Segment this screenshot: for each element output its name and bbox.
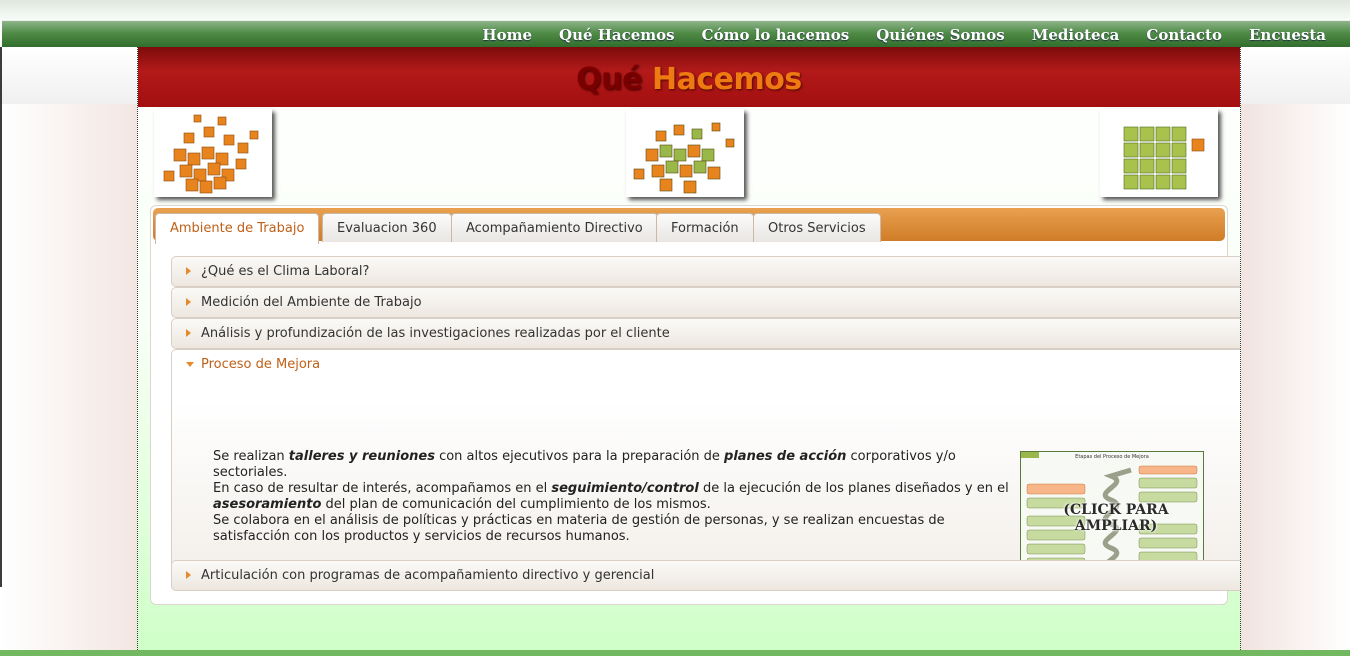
page-title-word-2: Hacemos: [651, 62, 802, 97]
nav-como-lo-hacemos[interactable]: Cómo lo hacemos: [702, 26, 850, 44]
tabs-container: Ambiente de Trabajo Evaluacion 360 Acomp…: [150, 205, 1240, 605]
emphasis: seguimiento/control: [551, 481, 699, 496]
nav-encuesta[interactable]: Encuesta: [1249, 26, 1326, 44]
tab-bar: Ambiente de Trabajo Evaluacion 360 Acomp…: [153, 208, 1225, 244]
paragraph-1: Se realizan talleres y reuniones con alt…: [213, 449, 1013, 481]
nav-medioteca[interactable]: Medioteca: [1032, 26, 1120, 44]
paragraph-3: Se colabora en el análisis de políticas …: [213, 513, 945, 544]
footer-bar: [0, 650, 1350, 656]
tab-acompanamiento-directivo[interactable]: Acompañamiento Directivo: [451, 213, 658, 242]
accordion-proceso-de-mejora[interactable]: Proceso de Mejora: [171, 349, 1240, 402]
nav-home[interactable]: Home: [482, 26, 532, 44]
tab-formacion[interactable]: Formación: [656, 213, 754, 242]
accordion-label: Articulación con programas de acompañami…: [201, 568, 655, 583]
nav-menu: Home Qué Hacemos Cómo lo hacemos Quiénes…: [482, 21, 1350, 48]
text: del plan de comunicación del cumplimient…: [321, 497, 711, 512]
right-side-panel: [1240, 104, 1350, 656]
caret-right-icon: [186, 329, 191, 337]
accordion-medicion[interactable]: Medición del Ambiente de Trabajo: [171, 287, 1240, 318]
left-edge-line: [0, 47, 2, 587]
caret-right-icon: [186, 267, 191, 275]
nav-quienes-somos[interactable]: Quiénes Somos: [876, 26, 1005, 44]
emphasis: talleres y reuniones: [288, 449, 435, 464]
emphasis: planes de acción: [724, 449, 847, 464]
text: de la ejecución de los planes diseñados …: [698, 481, 1009, 496]
page-title: Qué Hacemos: [138, 47, 1240, 113]
accordion-clima-laboral[interactable]: ¿Qué es el Clima Laboral?: [171, 256, 1240, 287]
green-cubes-image: [1100, 109, 1218, 197]
accordion-label: Proceso de Mejora: [201, 357, 321, 372]
accordion-label: Análisis y profundización de las investi…: [201, 326, 670, 341]
paragraph-2: En caso de resultar de interés, acompaña…: [213, 481, 1013, 513]
accordion-panel-proceso-de-mejora: Se realizan talleres y reuniones con alt…: [171, 401, 1240, 583]
orange-cubes-image: [154, 109, 272, 197]
main-content: Qué Hacemos Ambiente de Trabajo Evaluaci…: [137, 47, 1241, 650]
accordion-label: ¿Qué es el Clima Laboral?: [201, 264, 370, 279]
click-to-enlarge-caption[interactable]: (CLICK PARA AMPLIAR): [1025, 502, 1207, 534]
page-title-word-1: Qué: [576, 62, 643, 97]
text: Se realizan: [213, 449, 289, 464]
text: con altos ejecutivos para la preparación…: [434, 449, 725, 464]
emphasis: asesoramiento: [213, 497, 322, 512]
nav-que-hacemos[interactable]: Qué Hacemos: [559, 26, 675, 44]
caret-right-icon: [186, 571, 191, 579]
tab-evaluacion-360[interactable]: Evaluacion 360: [322, 213, 452, 242]
top-navigation-bar: Home Qué Hacemos Cómo lo hacemos Quiénes…: [2, 20, 1350, 48]
caret-down-icon: [186, 362, 194, 367]
tab-otros-servicios[interactable]: Otros Servicios: [753, 213, 881, 242]
thumbnail-title: Etapas del Proceso de Mejora: [1075, 454, 1149, 460]
accordion-label: Medición del Ambiente de Trabajo: [201, 295, 422, 310]
accordion-analisis[interactable]: Análisis y profundización de las investi…: [171, 318, 1240, 349]
mixed-cubes-image: [626, 109, 744, 197]
text: En caso de resultar de interés, acompaña…: [213, 481, 552, 496]
left-side-panel: [0, 104, 137, 656]
nav-contacto[interactable]: Contacto: [1146, 26, 1222, 44]
tab-ambiente-de-trabajo[interactable]: Ambiente de Trabajo: [155, 213, 320, 244]
caret-right-icon: [186, 298, 191, 306]
accordion-articulacion[interactable]: Articulación con programas de acompañami…: [171, 560, 1240, 591]
panel-text: Se realizan talleres y reuniones con alt…: [213, 449, 1013, 545]
page-title-banner: Qué Hacemos: [138, 47, 1240, 107]
top-strip: [0, 0, 1350, 20]
